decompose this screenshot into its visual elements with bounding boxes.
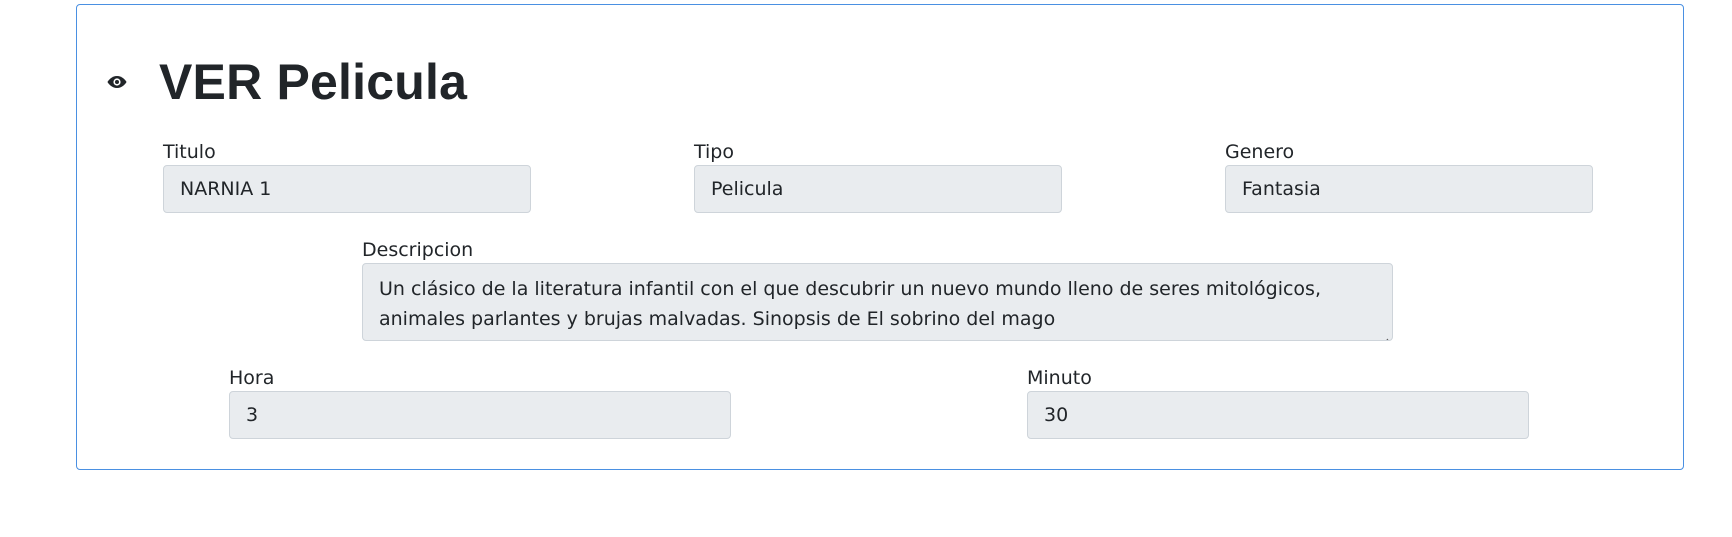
page-header: VER Pelicula [107,49,467,115]
hora-label: Hora [229,367,275,389]
descripcion-field-group: Descripcion Un clásico de la literatura … [362,239,1393,341]
minuto-field-group: Minuto 30 [1027,367,1529,439]
descripcion-textarea[interactable]: Un clásico de la literatura infantil con… [362,263,1393,341]
minuto-label: Minuto [1027,367,1092,389]
tipo-field-group: Tipo Pelicula [694,141,1062,213]
tipo-label: Tipo [694,141,734,163]
resize-handle-icon[interactable] [1379,327,1389,340]
descripcion-label: Descripcion [362,239,474,261]
titulo-input[interactable]: NARNIA 1 [163,165,531,213]
genero-label: Genero [1225,141,1295,163]
descripcion-text: Un clásico de la literatura infantil con… [379,278,1321,330]
genero-field-group: Genero Fantasia [1225,141,1593,213]
hora-input[interactable]: 3 [229,391,731,439]
movie-detail-card: VER Pelicula Titulo NARNIA 1 Tipo Pelicu… [76,4,1684,470]
hora-field-group: Hora 3 [229,367,731,439]
titulo-field-group: Titulo NARNIA 1 [163,141,531,213]
eye-icon [107,75,127,89]
minuto-input[interactable]: 30 [1027,391,1529,439]
tipo-input[interactable]: Pelicula [694,165,1062,213]
genero-input[interactable]: Fantasia [1225,165,1593,213]
titulo-label: Titulo [163,141,216,163]
page-title: VER Pelicula [159,54,468,110]
